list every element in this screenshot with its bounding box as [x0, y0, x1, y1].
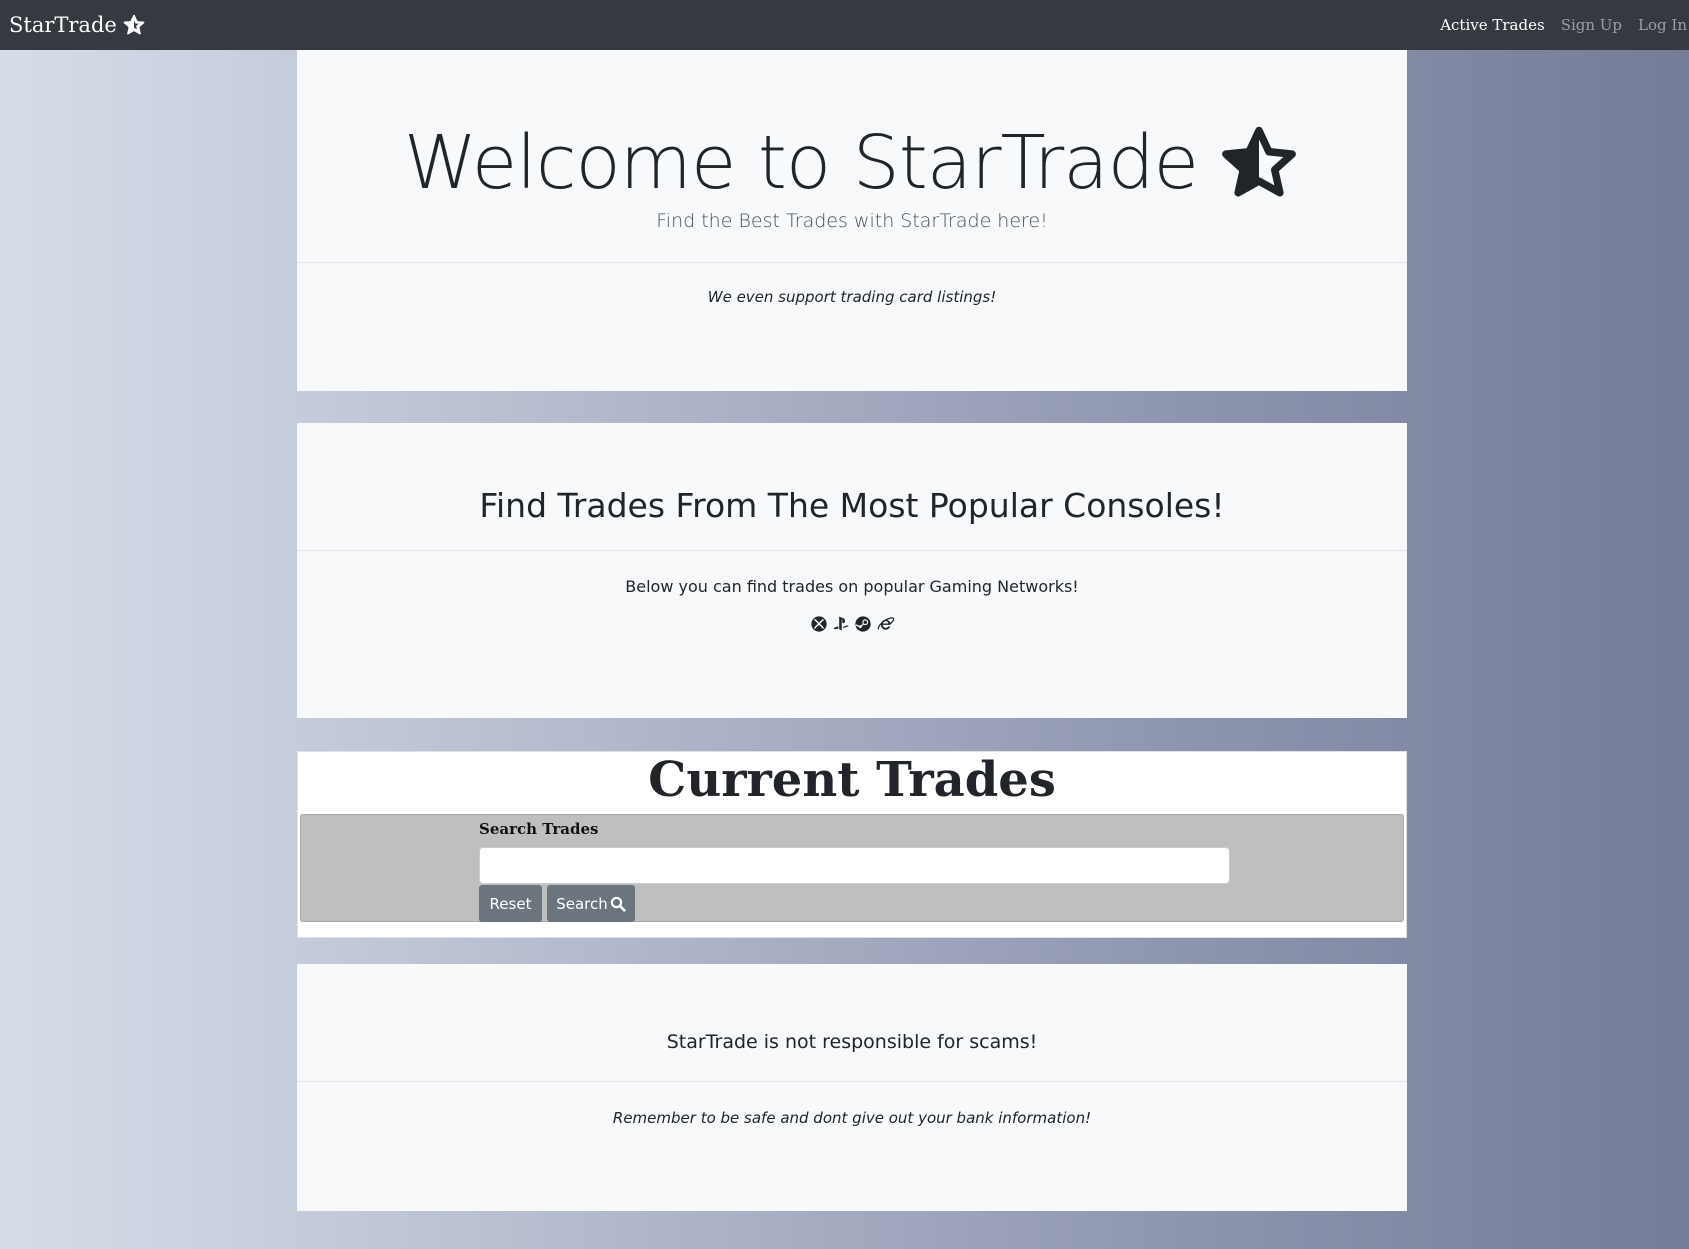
divider [297, 1081, 1407, 1082]
welcome-subtitle: Find the Best Trades with StarTrade here… [656, 210, 1048, 232]
warning-text: Remember to be safe and dont give out yo… [612, 1109, 1092, 1127]
reset-button[interactable]: Reset [479, 885, 542, 922]
divider [297, 262, 1407, 263]
search-form: Search Trades Reset Search [300, 814, 1404, 922]
consoles-heading: Find Trades From The Most Popular Consol… [479, 486, 1225, 525]
warning-heading: StarTrade is not responsible for scams! [666, 1031, 1038, 1053]
top-navbar: StarTrade Active Trades Sign Up Log In [0, 0, 1689, 50]
nav-link-log-in[interactable]: Log In [1638, 16, 1687, 34]
welcome-jumbotron: Welcome to StarTrade Find the Best Trade… [297, 50, 1407, 391]
brand-name: StarTrade [9, 13, 117, 37]
welcome-title: Welcome to StarTrade [403, 120, 1199, 206]
welcome-note: We even support trading card listings! [707, 288, 997, 306]
star-icon [1222, 126, 1296, 197]
xbox-icon [810, 615, 828, 633]
search-button[interactable]: Search [547, 885, 635, 922]
nav-links: Active Trades Sign Up Log In [1440, 16, 1687, 34]
current-trades-heading: Current Trades [648, 752, 1056, 808]
brand-link[interactable]: StarTrade [9, 13, 146, 37]
consoles-description: Below you can find trades on popular Gam… [625, 577, 1079, 596]
warning-jumbotron: StarTrade is not responsible for scams! … [297, 964, 1407, 1211]
current-trades-panel: Current Trades Search Trades Reset Searc… [297, 751, 1407, 938]
consoles-jumbotron: Find Trades From The Most Popular Consol… [297, 423, 1407, 718]
playstation-icon [832, 615, 850, 633]
star-icon [123, 14, 145, 35]
nav-link-sign-up[interactable]: Sign Up [1561, 16, 1622, 34]
search-button-label: Search [556, 894, 608, 913]
nav-link-active-trades[interactable]: Active Trades [1440, 16, 1544, 34]
internet-explorer-icon [876, 615, 894, 633]
reset-button-label: Reset [489, 894, 532, 913]
console-icons [297, 615, 1407, 633]
welcome-heading: Welcome to StarTrade [297, 120, 1407, 206]
search-input[interactable] [479, 847, 1230, 884]
search-icon [610, 896, 626, 912]
search-label: Search Trades [479, 820, 599, 838]
divider [297, 550, 1407, 551]
steam-icon [854, 615, 872, 633]
